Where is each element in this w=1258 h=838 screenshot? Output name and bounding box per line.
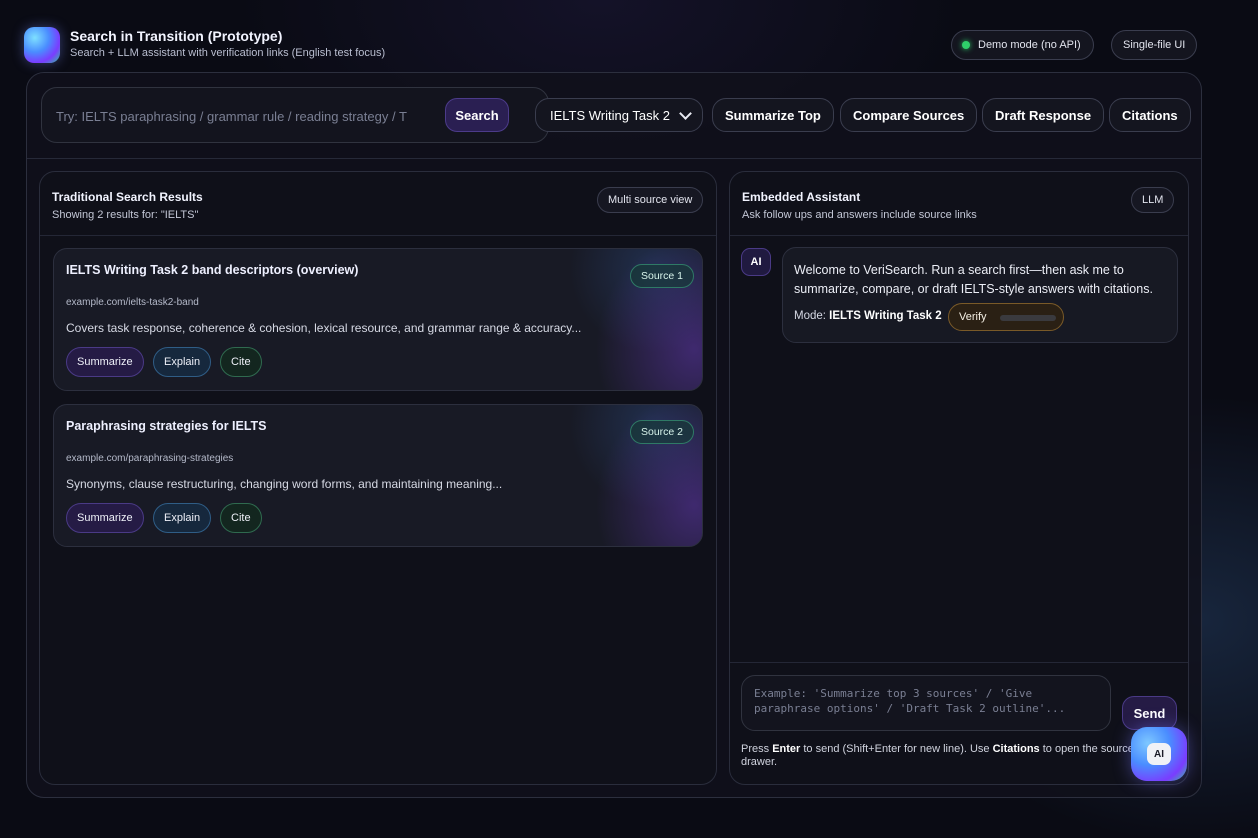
multi-source-view-button[interactable]: Multi source view [597, 187, 704, 213]
verify-progress-bar [1000, 315, 1056, 321]
single-file-pill: Single-file UI [1111, 30, 1198, 60]
citations-button[interactable]: Citations [1109, 98, 1191, 132]
source-badge: Source 1 [630, 264, 695, 288]
draft-response-button[interactable]: Draft Response [982, 98, 1105, 132]
app-title: Search in Transition (Prototype) [70, 28, 283, 44]
hint-citations: Citations [992, 743, 1040, 755]
mode-indicator: Mode: IELTS Writing Task 2 [794, 310, 942, 322]
app-subtitle: Search + LLM assistant with verification… [70, 47, 386, 59]
ai-avatar: AI [741, 248, 771, 276]
summarize-button[interactable]: Summarize [66, 347, 144, 377]
ai-fab-button[interactable]: AI [1131, 727, 1187, 781]
assistant-message: Welcome to VeriSearch. Run a search firs… [782, 247, 1178, 343]
result-title[interactable]: Paraphrasing strategies for IELTS [66, 419, 267, 433]
hint-text: Press [741, 743, 773, 755]
assistant-message-text: Welcome to VeriSearch. Run a search firs… [794, 263, 1153, 296]
result-url[interactable]: example.com/ielts-task2-band [66, 297, 199, 308]
assistant-panel: Embedded Assistant Ask follow ups and an… [729, 171, 1189, 785]
status-dot-icon [962, 41, 970, 49]
send-button[interactable]: Send [1122, 696, 1177, 730]
mode-select[interactable]: IELTS Writing Task 2 [535, 98, 703, 132]
composer-hint: Press Enter to send (Shift+Enter for new… [741, 743, 1141, 769]
mode-select-value: IELTS Writing Task 2 [550, 107, 670, 123]
cite-button[interactable]: Cite [220, 347, 262, 377]
verify-button[interactable]: Verify [948, 303, 1064, 331]
result-url[interactable]: example.com/paraphrasing-strategies [66, 453, 233, 464]
main-frame: Search IELTS Writing Task 2 Summarize To… [26, 72, 1202, 798]
source-badge: Source 2 [630, 420, 695, 444]
verify-label: Verify [959, 311, 987, 323]
result-snippet: Synonyms, clause restructuring, changing… [66, 477, 503, 491]
hint-text: to send (Shift+Enter for new line). Use [800, 743, 993, 755]
assistant-header: Embedded Assistant Ask follow ups and an… [730, 172, 1188, 236]
search-button[interactable]: Search [445, 98, 509, 132]
result-card: IELTS Writing Task 2 band descriptors (o… [53, 248, 703, 391]
result-card: Paraphrasing strategies for IELTS Source… [53, 404, 703, 547]
search-input[interactable] [56, 106, 436, 126]
search-box: Search [41, 87, 549, 143]
app-logo-icon [24, 27, 60, 63]
ai-fab-icon: AI [1147, 743, 1171, 765]
hint-enter: Enter [772, 743, 801, 755]
chevron-down-icon [679, 107, 692, 120]
demo-mode-label: Demo mode (no API) [978, 39, 1081, 51]
summarize-top-button[interactable]: Summarize Top [712, 98, 834, 132]
summarize-button[interactable]: Summarize [66, 503, 144, 533]
app-header: Search in Transition (Prototype) Search … [0, 0, 1258, 70]
compare-sources-button[interactable]: Compare Sources [840, 98, 978, 132]
mode-value: IELTS Writing Task 2 [829, 310, 942, 322]
explain-button[interactable]: Explain [153, 503, 212, 533]
chat-input[interactable] [741, 675, 1111, 731]
results-title: Traditional Search Results [52, 190, 203, 204]
cite-button[interactable]: Cite [220, 503, 262, 533]
mode-label: Mode: [794, 310, 826, 322]
assistant-title: Embedded Assistant [742, 190, 861, 204]
search-results-panel: Traditional Search Results Showing 2 res… [39, 171, 717, 785]
toolbar: Search IELTS Writing Task 2 Summarize To… [27, 73, 1201, 159]
explain-button[interactable]: Explain [153, 347, 212, 377]
result-title[interactable]: IELTS Writing Task 2 band descriptors (o… [66, 263, 358, 277]
demo-mode-pill: Demo mode (no API) [951, 30, 1094, 60]
chat-composer: Send Press Enter to send (Shift+Enter fo… [730, 662, 1188, 786]
assistant-subtitle: Ask follow ups and answers include sourc… [742, 209, 977, 221]
results-subtitle: Showing 2 results for: "IELTS" [52, 209, 199, 221]
results-header: Traditional Search Results Showing 2 res… [40, 172, 716, 236]
result-snippet: Covers task response, coherence & cohesi… [66, 321, 582, 335]
llm-pill: LLM [1131, 187, 1175, 213]
